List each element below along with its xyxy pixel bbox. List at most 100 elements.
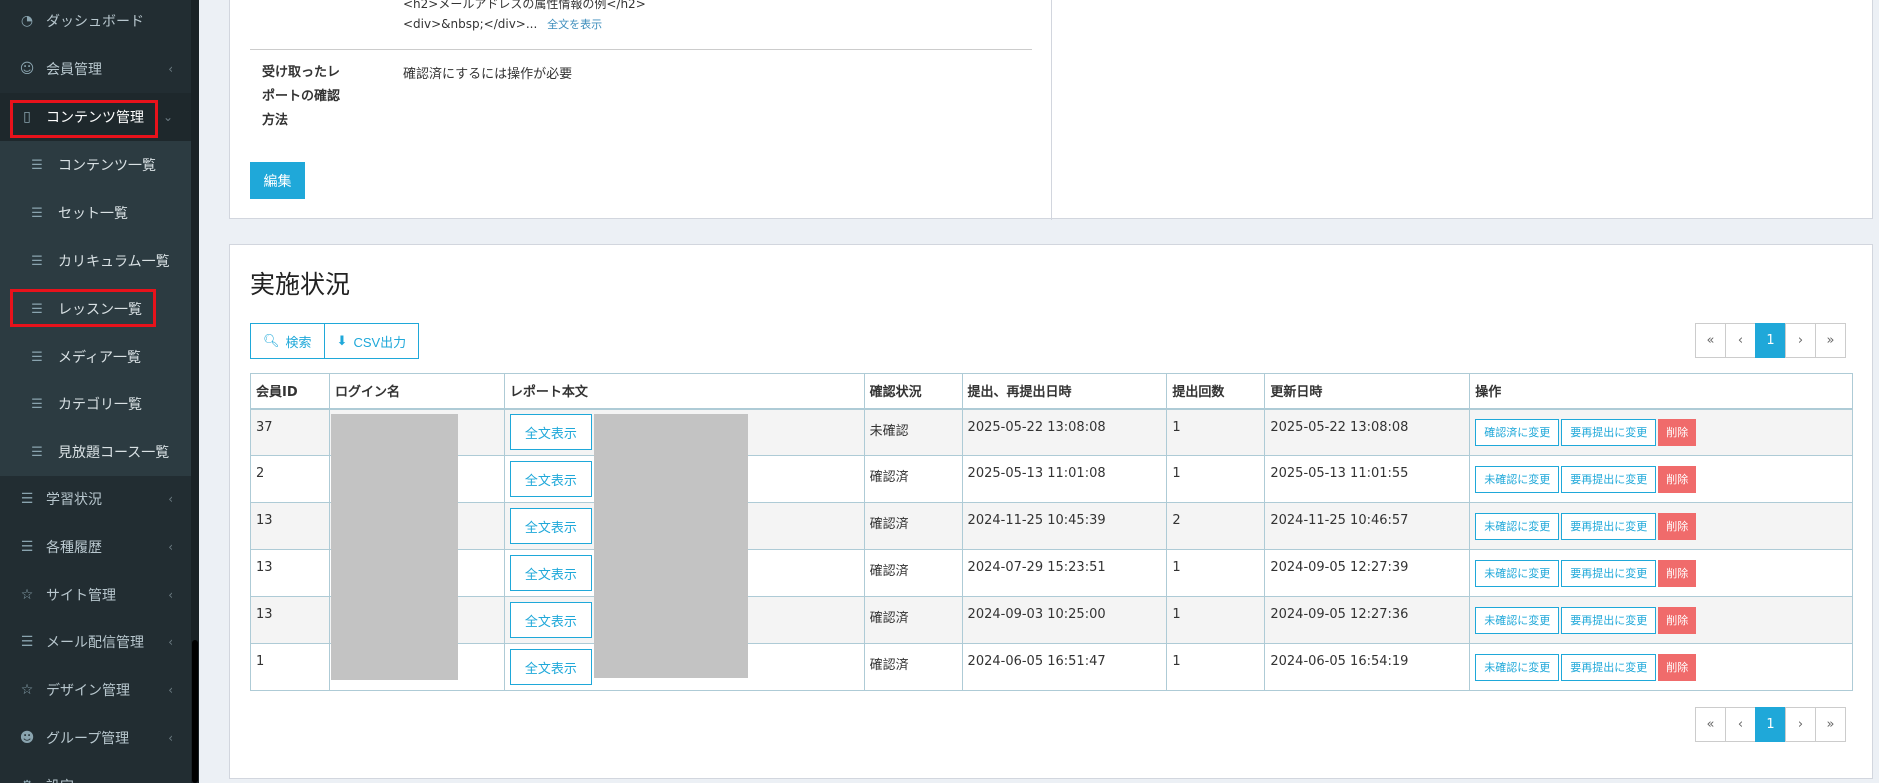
gear-icon: ⚙ [18, 777, 36, 783]
page-1[interactable]: 1 [1755, 707, 1786, 742]
chevron-left-icon: ‹ [168, 62, 173, 76]
table-row: 13 全文表示 確認済 2024-11-25 10:45:39 2 2024-1… [250, 502, 1853, 550]
mark-confirmed-button[interactable]: 確認済に変更 [1475, 418, 1560, 446]
sidebar-item-lesson-list[interactable]: ☰ レッスン一覧 [0, 285, 191, 333]
chevron-left-icon: ‹ [168, 492, 173, 506]
mark-unconfirmed-button[interactable]: 未確認に変更 [1475, 465, 1560, 493]
list-icon: ☰ [20, 491, 34, 507]
page-first[interactable]: « [1695, 323, 1726, 358]
page-1[interactable]: 1 [1755, 323, 1786, 358]
column-divider [1051, 0, 1052, 220]
edit-button[interactable]: 編集 [250, 162, 305, 199]
mark-unconfirmed-button[interactable]: 未確認に変更 [1475, 559, 1560, 587]
sidebar-item-settings[interactable]: ⚙ 設定 [0, 762, 191, 783]
page-last[interactable]: » [1815, 707, 1846, 742]
mark-unconfirmed-button[interactable]: 未確認に変更 [1475, 653, 1560, 681]
show-full-button[interactable]: 全文表示 [509, 461, 592, 497]
updated-at: 2024-09-05 12:27:39 [1264, 549, 1471, 597]
sidebar-item-set-list[interactable]: ☰ セット一覧 [0, 189, 191, 237]
sidebar-item-learning-status[interactable]: ☰ 学習状況 ‹ [0, 475, 191, 523]
mark-unconfirmed-button[interactable]: 未確認に変更 [1475, 512, 1560, 540]
page-first[interactable]: « [1695, 707, 1726, 742]
confirm-method-label: 受け取ったレポートの確認方法 [262, 65, 341, 128]
delete-button[interactable]: 削除 [1658, 653, 1697, 681]
require-resubmit-button[interactable]: 要再提出に変更 [1561, 512, 1657, 540]
sidebar-item-site-management[interactable]: ☆ サイト管理 ‹ [0, 571, 191, 619]
show-full-link[interactable]: 全文を表示 [547, 18, 602, 31]
page-prev[interactable]: ‹ [1725, 707, 1756, 742]
show-full-button[interactable]: 全文表示 [509, 414, 592, 451]
sidebar-scrollbar[interactable] [191, 0, 199, 783]
member-id: 2 [250, 455, 330, 503]
page-prev[interactable]: ‹ [1725, 323, 1756, 358]
table-header-row: 会員ID ログイン名 レポート本文 確認状況 提出、再提出日時 提出回数 更新日… [250, 373, 1853, 410]
sidebar-item-media-list[interactable]: ☰ メディア一覧 [0, 333, 191, 381]
sidebar: ◔ ダッシュボード ☺ 会員管理 ‹ ▯ コンテンツ管理 ⌄ ☰ コンテンツ一覧… [0, 0, 199, 783]
delete-button[interactable]: 削除 [1658, 465, 1697, 493]
sidebar-scrollbar-thumb[interactable] [192, 640, 198, 783]
mark-unconfirmed-button[interactable]: 未確認に変更 [1475, 606, 1560, 634]
sidebar-item-category-list[interactable]: ☰ カテゴリ一覧 [0, 380, 191, 428]
require-resubmit-button[interactable]: 要再提出に変更 [1561, 418, 1657, 446]
submit-count: 1 [1166, 408, 1266, 456]
table-row: 13 全文表示 確認済 2024-07-29 15:23:51 1 2024-0… [250, 549, 1853, 597]
sidebar-item-content-management[interactable]: ▯ コンテンツ管理 ⌄ [0, 93, 191, 141]
show-full-button[interactable]: 全文表示 [509, 602, 592, 638]
delete-button[interactable]: 削除 [1658, 559, 1697, 587]
confirm-status: 未確認 [863, 408, 963, 456]
require-resubmit-button[interactable]: 要再提出に変更 [1561, 465, 1657, 493]
submitted-at: 2024-06-05 16:51:47 [961, 643, 1168, 691]
sidebar-item-mail-delivery[interactable]: ☰ メール配信管理 ‹ [0, 618, 191, 666]
confirm-status: 確認済 [863, 502, 963, 550]
submitted-at: 2024-09-03 10:25:00 [961, 596, 1168, 644]
member-id: 1 [250, 643, 330, 691]
require-resubmit-button[interactable]: 要再提出に変更 [1561, 653, 1657, 681]
report-template-preview: <div>&nbsp;</div>... 全文を表示 [403, 16, 602, 32]
row-divider [250, 49, 1032, 50]
delete-button[interactable]: 削除 [1658, 606, 1697, 634]
submission-table: 会員ID ログイン名 レポート本文 確認状況 提出、再提出日時 提出回数 更新日… [250, 373, 1853, 691]
list-icon: ☰ [31, 253, 43, 269]
toolbar: 🔍︎ 検索 ⬇ CSV出力 [250, 323, 420, 359]
column-header: 操作 [1469, 373, 1853, 410]
search-icon: 🔍︎ [263, 333, 280, 348]
sidebar-item-history[interactable]: ☰ 各種履歴 ‹ [0, 523, 191, 571]
table-row: 2 全文表示 確認済 2025-05-13 11:01:08 1 2025-05… [250, 455, 1853, 503]
show-full-button[interactable]: 全文表示 [509, 508, 592, 544]
sidebar-item-group-management[interactable]: ☻ グループ管理 ‹ [0, 714, 191, 762]
list-icon: ☰ [31, 157, 43, 173]
sidebar-item-unlimited-course-list[interactable]: ☰ 見放題コース一覧 [0, 428, 191, 476]
sidebar-item-curriculum-list[interactable]: ☰ カリキュラム一覧 [0, 237, 191, 285]
group-icon: ☻ [19, 730, 35, 746]
sidebar-item-dashboard[interactable]: ◔ ダッシュボード [0, 0, 191, 45]
sidebar-item-content-list[interactable]: ☰ コンテンツ一覧 [0, 141, 191, 189]
show-full-button[interactable]: 全文表示 [509, 649, 592, 685]
submission-status-box: 実施状況 🔍︎ 検索 ⬇ CSV出力 « ‹ 1 › » 会員ID ログイン名 … [229, 244, 1873, 779]
require-resubmit-button[interactable]: 要再提出に変更 [1561, 559, 1657, 587]
submit-count: 1 [1166, 549, 1266, 597]
sidebar-item-members[interactable]: ☺ 会員管理 ‹ [0, 45, 191, 93]
page-next[interactable]: › [1785, 707, 1816, 742]
member-id: 13 [250, 596, 330, 644]
delete-button[interactable]: 削除 [1658, 418, 1697, 446]
show-full-button[interactable]: 全文表示 [509, 555, 592, 591]
list-icon: ☰ [31, 444, 43, 460]
confirm-status: 確認済 [863, 596, 963, 644]
page-next[interactable]: › [1785, 323, 1816, 358]
require-resubmit-button[interactable]: 要再提出に変更 [1561, 606, 1657, 634]
submitted-at: 2025-05-13 11:01:08 [961, 455, 1168, 503]
user-icon: ☺ [19, 61, 35, 77]
csv-export-button[interactable]: ⬇ CSV出力 [324, 323, 420, 359]
delete-button[interactable]: 削除 [1658, 512, 1697, 540]
updated-at: 2024-09-05 12:27:36 [1264, 596, 1471, 644]
column-header: 確認状況 [863, 373, 963, 410]
truncated-text: <h2>メールアドレスの属性情報の例</h2> [403, 0, 646, 11]
row-actions: 未確認に変更 要再提出に変更 削除 [1469, 549, 1853, 597]
book-icon: ▯ [23, 109, 31, 125]
search-button[interactable]: 🔍︎ 検索 [250, 323, 325, 359]
sidebar-item-design-management[interactable]: ☆ デザイン管理 ‹ [0, 666, 191, 714]
page-last[interactable]: » [1815, 323, 1846, 358]
submit-count: 1 [1166, 596, 1266, 644]
submitted-at: 2025-05-22 13:08:08 [961, 408, 1168, 456]
column-header: 提出回数 [1166, 373, 1266, 410]
